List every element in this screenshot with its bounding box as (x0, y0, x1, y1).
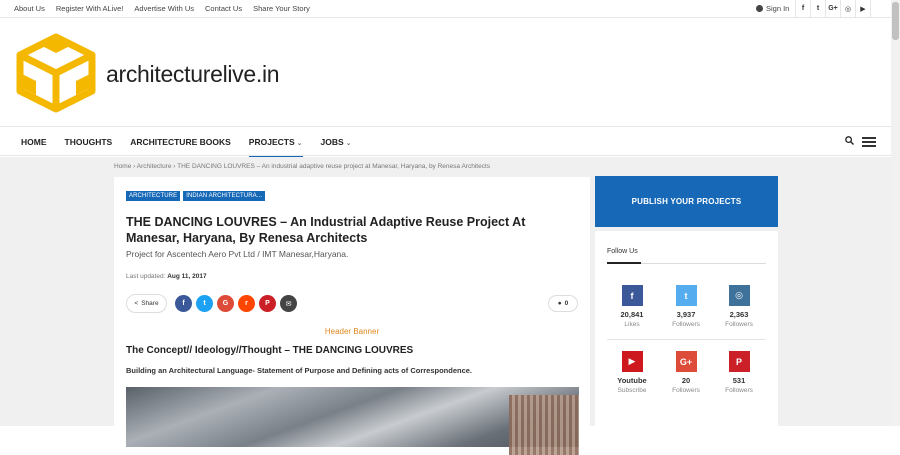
header-banner: Header Banner (324, 327, 380, 336)
top-link-advertise[interactable]: Advertise With Us (134, 4, 194, 13)
follow-count: Youtube (617, 376, 647, 385)
last-updated-label: Last updated (126, 273, 164, 280)
publish-projects-button[interactable]: PUBLISH YOUR PROJECTS (595, 176, 778, 227)
category-tag[interactable]: INDIAN ARCHITECTURA... (183, 191, 266, 201)
share-facebook-icon[interactable]: f (175, 295, 192, 312)
follow-label: Subscribe (617, 387, 647, 394)
nav-item-home[interactable]: HOME (21, 127, 47, 157)
top-link-register[interactable]: Register With ALive! (56, 4, 124, 13)
follow-youtube[interactable]: ▶ Youtube Subscribe (607, 351, 657, 396)
follow-label: Followers (672, 321, 700, 328)
nav-label: HOME (21, 137, 47, 147)
instagram-icon[interactable]: ◎ (841, 0, 856, 17)
main-nav: HOME THOUGHTS ARCHITECTURE BOOKS PROJECT… (0, 126, 891, 158)
sign-in-label: Sign In (766, 4, 790, 13)
building-facade (509, 395, 579, 455)
search-icon[interactable] (845, 136, 854, 145)
counter-divider (607, 339, 766, 340)
nav-label: ARCHITECTURE BOOKS (130, 137, 231, 147)
title-underline (607, 262, 766, 264)
comments-button[interactable]: ● 0 (548, 295, 578, 312)
follow-count: 531 (732, 376, 746, 385)
share-reddit-icon[interactable]: r (238, 295, 255, 312)
top-link-about[interactable]: About Us (14, 4, 45, 13)
follow-twitter[interactable]: t 3,937 Followers (661, 285, 711, 330)
comment-icon: ● (557, 300, 562, 307)
breadcrumb-current: THE DANCING LOUVRES – An industrial adap… (177, 163, 491, 170)
facebook-icon[interactable]: f (796, 0, 811, 17)
top-link-share-story[interactable]: Share Your Story (253, 4, 310, 13)
follow-facebook[interactable]: f 20,841 Likes (607, 285, 657, 330)
twitter-icon[interactable]: t (811, 0, 826, 17)
top-social-icons: f t G+ ◎ ▶ (795, 0, 871, 17)
follow-label: Followers (672, 387, 700, 394)
last-updated: Last updated: Aug 11, 2017 (126, 273, 207, 280)
follow-label: Followers (725, 387, 753, 394)
logo-icon[interactable] (15, 33, 97, 113)
user-icon (756, 5, 763, 12)
share-email-icon[interactable]: ✉ (280, 295, 297, 312)
nav-label: JOBS (320, 137, 344, 147)
share-twitter-icon[interactable]: t (196, 295, 213, 312)
share-label: Share (141, 300, 159, 307)
comments-count: 0 (564, 300, 569, 307)
follow-instagram[interactable]: ◎ 2,363 Followers (714, 285, 764, 330)
follow-count: 20,841 (620, 310, 644, 319)
article-heading: The Concept// Ideology//Thought – THE DA… (126, 345, 414, 356)
scrollbar[interactable] (891, 0, 900, 426)
follow-label: Followers (725, 321, 753, 328)
nav-item-projects[interactable]: PROJECTS ⌄ (248, 127, 303, 158)
breadcrumb-section[interactable]: Architecture (137, 163, 172, 170)
top-link-contact[interactable]: Contact Us (205, 4, 242, 13)
share-icon: < (134, 300, 139, 307)
share-googleplus-icon[interactable]: G (217, 295, 234, 312)
chevron-down-icon: ⌄ (345, 140, 352, 147)
article-card: ARCHITECTURE INDIAN ARCHITECTURA... THE … (114, 177, 590, 455)
article-subtitle: Project for Ascentech Aero Pvt Ltd / IMT… (126, 249, 349, 259)
sign-in-link[interactable]: Sign In (756, 4, 789, 13)
nav-label: THOUGHTS (64, 137, 113, 147)
breadcrumb: Home › Architecture › THE DANCING LOUVRE… (114, 163, 490, 170)
top-links: About Us Register With ALive! Advertise … (14, 4, 310, 13)
top-bar: About Us Register With ALive! Advertise … (0, 0, 891, 18)
nav-item-jobs[interactable]: JOBS ⌄ (321, 127, 352, 157)
follow-count: 20 (681, 376, 691, 385)
share-button[interactable]: < Share (126, 294, 167, 313)
googleplus-icon: G+ (675, 351, 697, 372)
nav-item-thoughts[interactable]: THOUGHTS (65, 127, 113, 157)
twitter-icon: t (675, 285, 697, 306)
youtube-icon: ▶ (621, 351, 643, 372)
nav-label: PROJECTS (248, 137, 295, 147)
follow-googleplus[interactable]: G+ 20 Followers (661, 351, 711, 396)
nav-item-architecture-books[interactable]: ARCHITECTURE BOOKS (130, 127, 231, 157)
follow-us-widget: Follow Us f 20,841 Likes t 3,937 Followe… (595, 231, 778, 426)
follow-label: Likes (624, 321, 640, 328)
article-image (126, 387, 579, 455)
facebook-icon: f (621, 285, 643, 306)
follow-us-title: Follow Us (607, 248, 638, 255)
scrollbar-thumb[interactable] (892, 2, 899, 40)
instagram-icon: ◎ (728, 285, 750, 306)
youtube-icon[interactable]: ▶ (856, 0, 871, 17)
menu-icon[interactable] (862, 137, 876, 147)
article-lead: Building an Architectural Language- Stat… (126, 366, 473, 375)
last-updated-date: Aug 11, 2017 (167, 273, 207, 280)
share-icons: f t G r P ✉ (175, 295, 297, 312)
site-brand[interactable]: architecturelive.in (106, 61, 280, 88)
breadcrumb-home[interactable]: Home (114, 163, 131, 170)
category-tag[interactable]: ARCHITECTURE (126, 191, 181, 201)
follow-pinterest[interactable]: P 531 Followers (714, 351, 764, 396)
category-tags: ARCHITECTURE INDIAN ARCHITECTURA... (126, 191, 266, 201)
googleplus-icon[interactable]: G+ (826, 0, 841, 17)
pinterest-icon: P (728, 351, 750, 372)
article-title: THE DANCING LOUVRES – An Industrial Adap… (126, 215, 526, 245)
chevron-down-icon: ⌄ (296, 140, 303, 147)
follow-count: 3,937 (676, 310, 696, 319)
share-pinterest-icon[interactable]: P (259, 295, 276, 312)
follow-count: 2,363 (729, 310, 749, 319)
